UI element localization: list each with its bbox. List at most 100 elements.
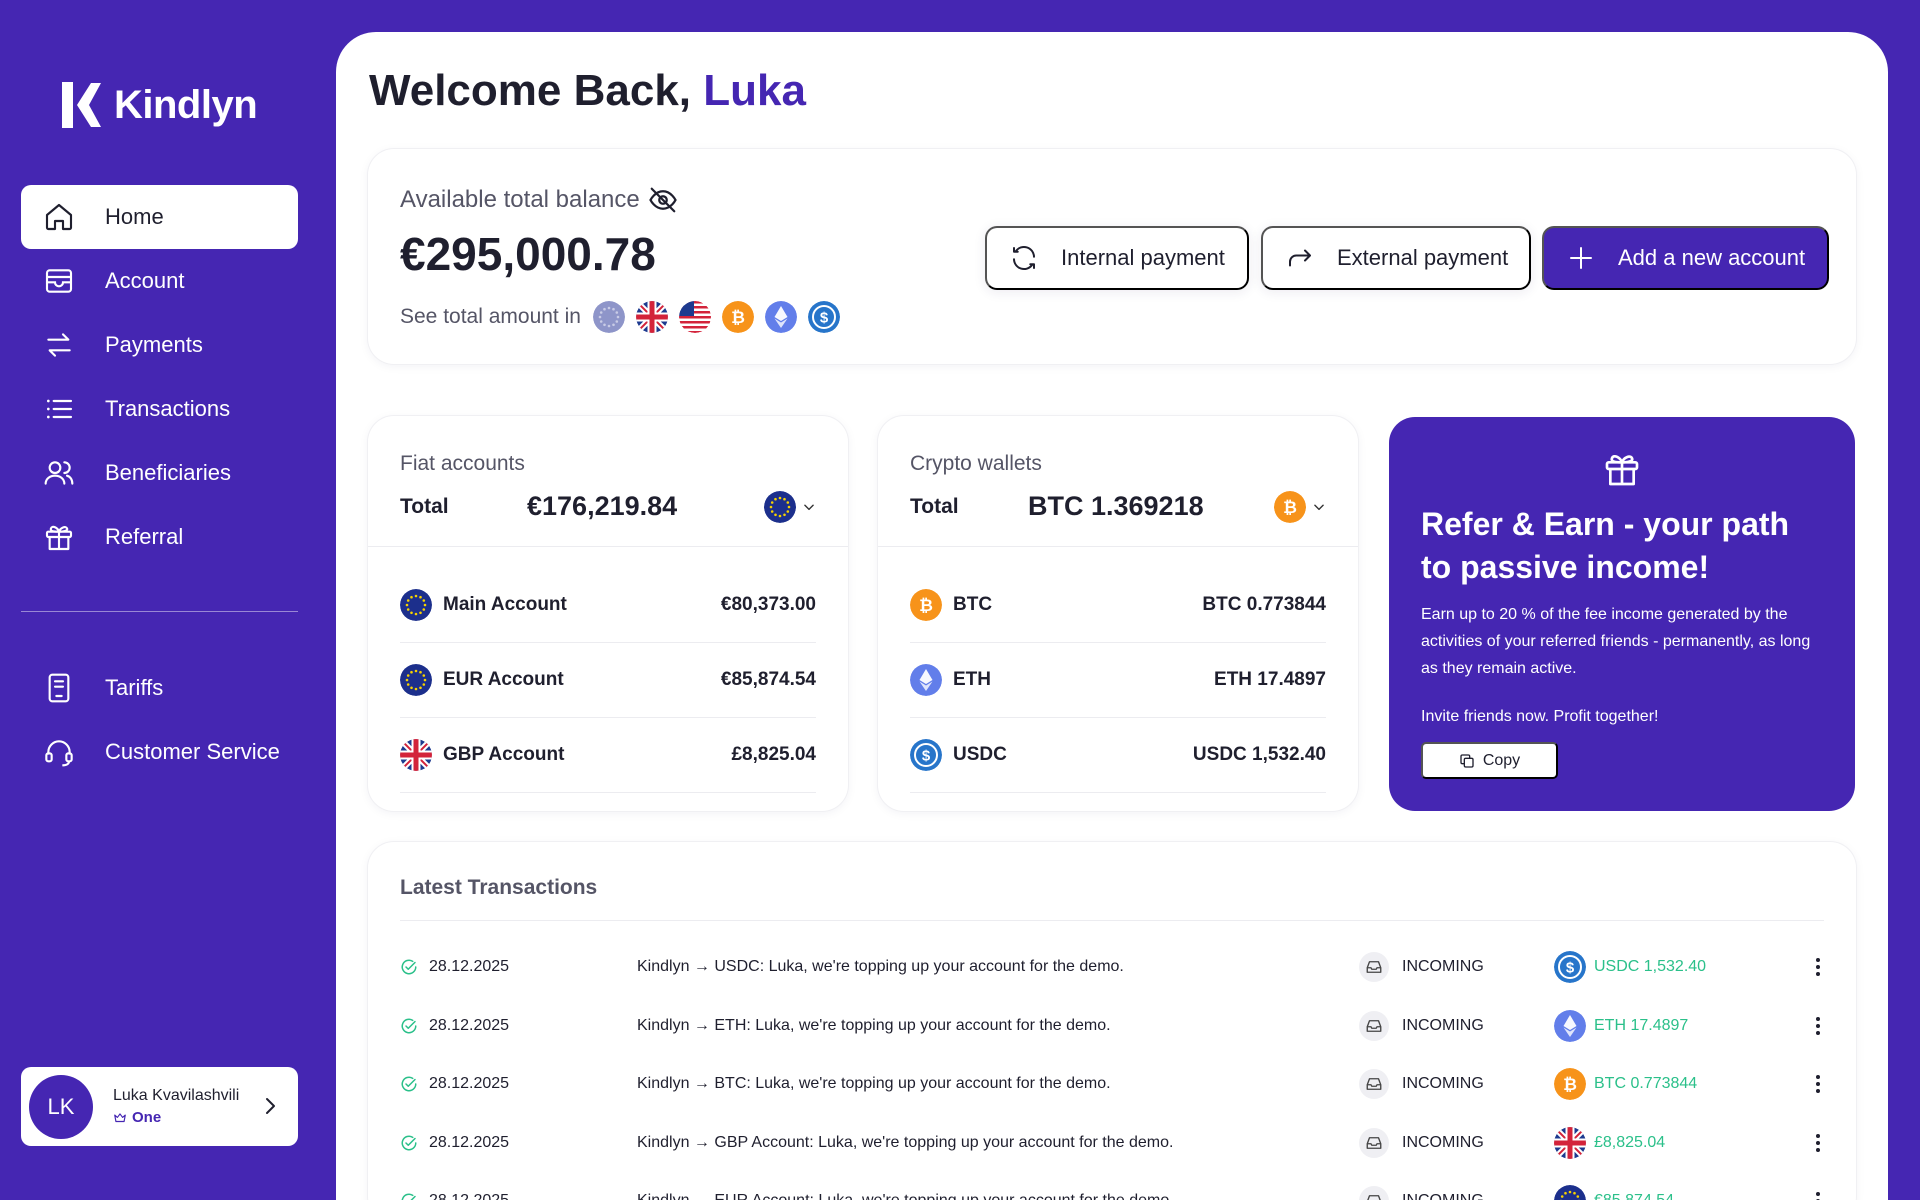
copy-icon (1459, 753, 1475, 769)
usdc-icon (910, 739, 942, 771)
refer-title: Refer & Earn - your path to passive inco… (1421, 506, 1790, 585)
more-vertical-icon[interactable] (1806, 1131, 1830, 1155)
add-account-label: Add a new account (1618, 245, 1806, 270)
kindlyn-logo-icon (62, 82, 101, 128)
transaction-description: Kindlyn → GBP Account: Luka, we're toppi… (637, 1133, 1174, 1151)
usdc-icon[interactable] (808, 301, 840, 333)
transaction-type: INCOMING (1402, 1192, 1484, 1200)
sidebar-item-referral[interactable]: Referral (21, 505, 298, 569)
currency-switcher: See total amount in (400, 301, 840, 333)
wallet-row[interactable]: USDC USDC 1,532.40 (910, 718, 1326, 793)
refer-earn-card: Refer & Earn - your path to passive inco… (1389, 417, 1855, 811)
transaction-date: 28.12.2025 (429, 958, 510, 975)
transactions-title: Latest Transactions (400, 876, 598, 899)
fiat-title: Fiat accounts (400, 452, 525, 475)
more-vertical-icon[interactable] (1806, 1189, 1830, 1200)
sidebar-item-label: Transactions (105, 396, 231, 421)
btc-icon[interactable] (722, 301, 754, 333)
brand-name: Kindlyn (114, 82, 258, 127)
table-row[interactable]: 28.12.2025 Kindlyn → EUR Account: Luka, w… (400, 1172, 1824, 1200)
crown-icon (113, 1111, 127, 1125)
internal-payment-button[interactable]: Internal payment (985, 226, 1249, 290)
crypto-wallets-card: Crypto wallets Total BTC 1.369218 BTC BT… (878, 416, 1358, 811)
add-account-button[interactable]: Add a new account (1542, 226, 1829, 290)
eur-flag-icon (764, 491, 796, 523)
inbox-icon (1359, 1010, 1389, 1041)
external-payment-label: External payment (1337, 245, 1509, 270)
more-vertical-icon[interactable] (1806, 955, 1830, 979)
eur-flag-icon (400, 589, 432, 621)
balance-card: Available total balance €295,000.78 See … (368, 149, 1856, 364)
sidebar-item-label: Home (105, 204, 164, 229)
btc-icon (910, 589, 942, 621)
avatar: LK (29, 1074, 93, 1139)
table-row[interactable]: 28.12.2025 Kindlyn → BTC: Luka, we're top… (400, 1055, 1824, 1113)
transaction-type: INCOMING (1402, 1075, 1484, 1092)
eur-flag-icon[interactable] (593, 301, 625, 333)
btc-icon (1274, 491, 1306, 523)
transaction-type: INCOMING (1402, 1133, 1484, 1151)
account-row[interactable]: EUR Account €85,874.54 (400, 643, 816, 718)
gbp-flag-icon (400, 739, 432, 771)
sidebar-item-customer-service[interactable]: Customer Service (21, 720, 298, 784)
nav-divider (21, 611, 298, 612)
account-row[interactable]: GBP Account £8,825.04 (400, 718, 816, 793)
see-total-label: See total amount in (400, 305, 581, 328)
profile-card[interactable]: LK Luka Kvavilashvili One (21, 1067, 298, 1146)
balance-label-text: Available total balance (400, 186, 640, 213)
fiat-total-value: €176,219.84 (527, 491, 678, 521)
more-vertical-icon[interactable] (1806, 1072, 1830, 1096)
crypto-currency-selector[interactable] (1274, 491, 1326, 523)
usd-flag-icon[interactable] (679, 301, 711, 333)
eth-icon (910, 664, 942, 696)
fiat-currency-selector[interactable] (764, 491, 816, 523)
wallet-row[interactable]: ETH ETH 17.4897 (910, 643, 1326, 718)
transaction-description: Kindlyn → EUR Account: Luka, we're toppi… (637, 1192, 1174, 1200)
copy-referral-button[interactable]: Copy (1421, 742, 1558, 779)
transaction-date: 28.12.2025 (429, 1075, 510, 1092)
eth-icon (1554, 1010, 1586, 1042)
account-name: Main Account (443, 594, 567, 615)
sidebar-item-label: Beneficiaries (105, 460, 231, 485)
sidebar-item-label: Tariffs (105, 675, 164, 700)
table-row[interactable]: 28.12.2025 Kindlyn → USDC: Luka, we're to… (400, 938, 1824, 996)
wallet-row[interactable]: BTC BTC 0.773844 (910, 568, 1326, 643)
brand-logo[interactable]: Kindlyn (58, 78, 258, 132)
inbox-icon (1359, 1186, 1389, 1200)
sidebar-item-account[interactable]: Account (21, 249, 298, 313)
btc-icon (1554, 1068, 1586, 1100)
sidebar-item-label: Referral (105, 524, 184, 549)
divider (400, 920, 1824, 921)
total-balance: €295,000.78 (400, 228, 656, 280)
inbox-icon (1359, 1069, 1389, 1099)
copy-label: Copy (1482, 751, 1521, 769)
wallet-balance: USDC 1,532.40 (1192, 744, 1326, 765)
sidebar-item-transactions[interactable]: Transactions (21, 377, 298, 441)
plus-icon (1566, 243, 1596, 273)
refer-invite-text: Invite friends now. Profit together! (1421, 708, 1659, 725)
headset-icon (43, 736, 75, 768)
home-icon (43, 201, 75, 233)
chevron-down-icon (1312, 500, 1326, 514)
sidebar-item-beneficiaries[interactable]: Beneficiaries (21, 441, 298, 505)
table-row[interactable]: 28.12.2025 Kindlyn → ETH: Luka, we're top… (400, 997, 1824, 1055)
divider (368, 546, 848, 547)
account-row[interactable]: Main Account €80,373.00 (400, 568, 816, 643)
sidebar-item-home[interactable]: Home (21, 185, 298, 249)
crypto-total-value: BTC 1.369218 (1028, 491, 1204, 521)
eye-off-icon[interactable] (648, 185, 678, 215)
crypto-total-label: Total (910, 495, 959, 518)
chevron-right-icon (258, 1094, 282, 1118)
sidebar-item-label: Account (105, 268, 185, 293)
eth-icon[interactable] (765, 301, 797, 333)
transaction-amount: ETH 17.4897 (1594, 1016, 1689, 1034)
more-vertical-icon[interactable] (1806, 1014, 1830, 1038)
gbp-flag-icon[interactable] (636, 301, 668, 333)
transaction-description: Kindlyn → ETH: Luka, we're topping up yo… (637, 1016, 1111, 1034)
sidebar-item-payments[interactable]: Payments (21, 313, 298, 377)
table-row[interactable]: 28.12.2025 Kindlyn → GBP Account: Luka, w… (400, 1114, 1824, 1172)
transaction-type: INCOMING (1402, 958, 1484, 975)
external-payment-button[interactable]: External payment (1261, 226, 1531, 290)
sidebar-item-tariffs[interactable]: Tariffs (21, 656, 298, 720)
profile-plan: One (113, 1109, 239, 1126)
